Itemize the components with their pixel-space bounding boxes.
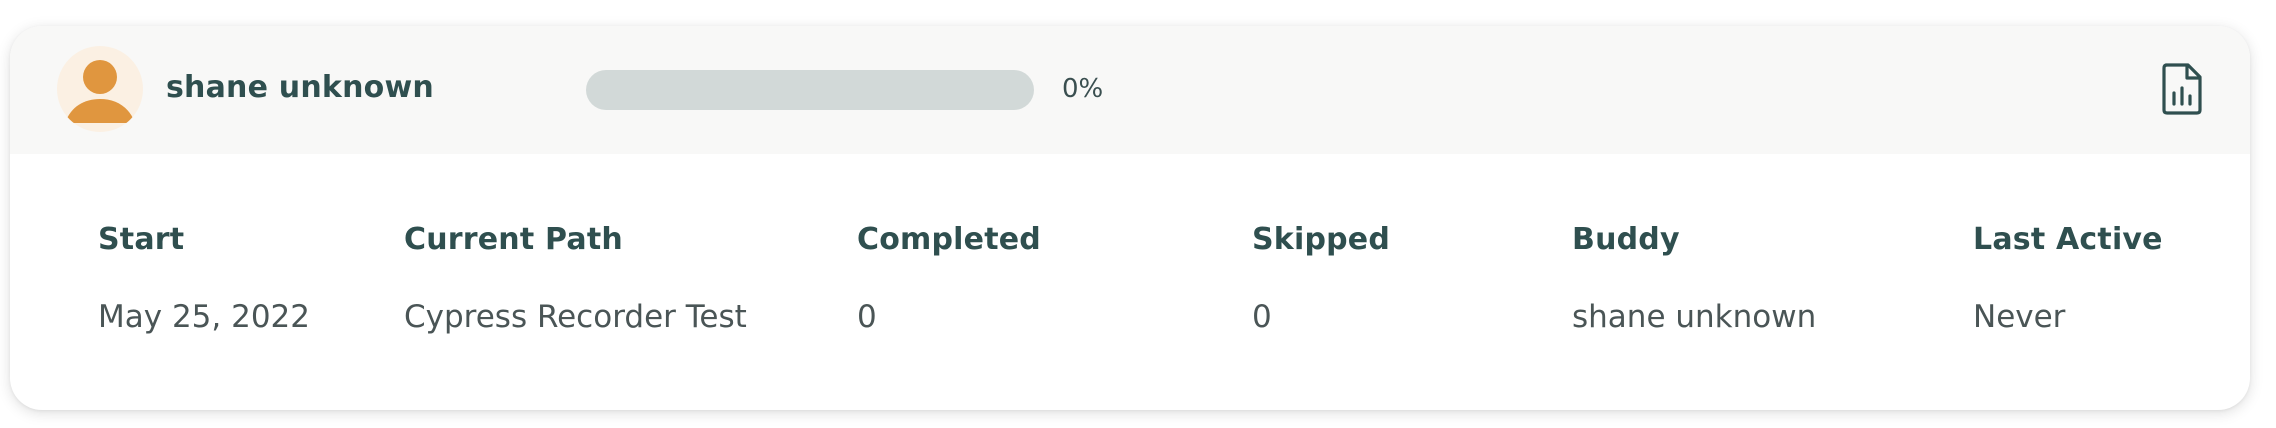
report-document-icon[interactable] bbox=[2160, 62, 2204, 116]
detail-skipped: Skipped 0 bbox=[1252, 222, 1390, 335]
avatar bbox=[57, 46, 143, 132]
detail-header: Skipped bbox=[1252, 222, 1391, 257]
detail-completed: Completed 0 bbox=[857, 222, 1041, 335]
detail-header: Start bbox=[98, 222, 185, 257]
detail-value: 0 bbox=[1252, 299, 1272, 335]
person-icon bbox=[65, 60, 135, 123]
user-name: shane unknown bbox=[166, 70, 434, 105]
progress-percent: 0% bbox=[1062, 74, 1104, 104]
detail-header: Last Active bbox=[1973, 222, 2163, 257]
detail-start: Start May 25, 2022 bbox=[98, 222, 310, 335]
card-header: shane unknown 0% bbox=[10, 26, 2250, 154]
detail-header: Completed bbox=[857, 222, 1041, 257]
user-progress-card: shane unknown 0% Start May 25, 2022 Curr… bbox=[10, 26, 2250, 410]
detail-value: Never bbox=[1973, 299, 2066, 335]
detail-header: Buddy bbox=[1572, 222, 1680, 257]
detail-header: Current Path bbox=[404, 222, 623, 257]
detail-buddy: Buddy shane unknown bbox=[1572, 222, 1816, 335]
detail-last-active: Last Active Never bbox=[1973, 222, 2163, 335]
detail-value: May 25, 2022 bbox=[98, 299, 310, 335]
detail-value: Cypress Recorder Test bbox=[404, 299, 747, 335]
detail-value: shane unknown bbox=[1572, 299, 1817, 335]
progress-bar bbox=[586, 70, 1034, 110]
detail-value: 0 bbox=[857, 299, 877, 335]
detail-current-path: Current Path Cypress Recorder Test bbox=[404, 222, 747, 335]
